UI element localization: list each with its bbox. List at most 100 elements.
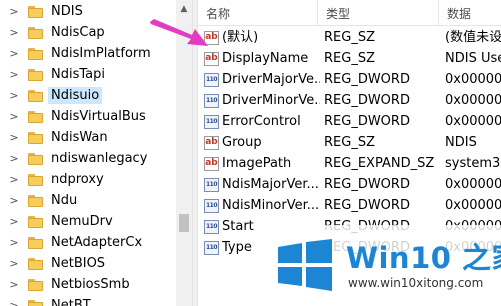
tree-item-label: NdisCap	[51, 25, 105, 40]
chevron-right-icon[interactable]: >	[0, 194, 28, 207]
chevron-right-icon[interactable]: >	[0, 131, 28, 144]
chevron-right-icon[interactable]: >	[0, 278, 28, 291]
value-data: 0x000000	[445, 72, 501, 87]
value-name: (默认)	[222, 30, 259, 45]
folder-icon	[28, 215, 43, 228]
value-name-cell: NdisMajorVer...	[204, 174, 320, 195]
chevron-right-icon[interactable]: >	[0, 215, 28, 228]
chevron-right-icon[interactable]: >	[0, 89, 28, 102]
value-name-cell: DriverMinorVe...	[204, 90, 320, 111]
value-data: 0x000000	[445, 177, 501, 192]
value-type: REG_EXPAND_SZ	[324, 156, 435, 171]
tree-item[interactable]: > NdisVirtualBus	[0, 106, 176, 127]
tree-item-label: ndiswanlegacy	[51, 151, 148, 166]
folder-icon	[28, 47, 43, 60]
value-data: (数值未设	[445, 30, 501, 45]
value-name: DisplayName	[222, 51, 309, 66]
chevron-right-icon[interactable]: >	[0, 173, 28, 186]
chevron-right-icon[interactable]: >	[0, 152, 28, 165]
value-type: REG_DWORD	[324, 114, 410, 129]
tree-item-label: NdisImPlatform	[51, 46, 151, 61]
windows-logo-icon	[278, 239, 332, 291]
tree-item[interactable]: > NetBIOS	[0, 253, 176, 274]
folder-icon	[28, 89, 43, 102]
tree-item[interactable]: > NdisWan	[0, 127, 176, 148]
tree-item[interactable]: > ndproxy	[0, 169, 176, 190]
folder-icon	[28, 194, 43, 207]
value-name-cell: (默认)	[204, 27, 320, 48]
chevron-right-icon[interactable]: >	[0, 5, 28, 18]
scroll-up-arrow-icon[interactable]: ▲	[176, 0, 192, 18]
reg-dword-icon	[204, 240, 219, 255]
value-name: DriverMajorVe...	[222, 72, 320, 87]
value-row[interactable]: (默认) REG_SZ (数值未设	[198, 27, 501, 48]
folder-icon	[28, 26, 43, 39]
value-type: REG_SZ	[324, 30, 375, 45]
column-header-data[interactable]: 数据	[439, 0, 501, 26]
folder-icon	[28, 173, 43, 186]
column-header-type[interactable]: 类型	[318, 0, 439, 26]
tree-item-label: NdisWan	[51, 130, 108, 145]
value-name-cell: NdisMinorVer...	[204, 195, 320, 216]
tree-item[interactable]: > NemuDrv	[0, 211, 176, 232]
value-data: 0x000000	[445, 114, 501, 129]
chevron-right-icon[interactable]: >	[0, 299, 28, 306]
value-type: REG_DWORD	[324, 93, 410, 108]
value-name: ImagePath	[222, 156, 292, 171]
reg-sz-icon	[204, 156, 219, 171]
value-row[interactable]: NdisMinorVer... REG_DWORD 0x000000	[198, 195, 501, 216]
value-row[interactable]: DisplayName REG_SZ NDIS Use	[198, 48, 501, 69]
value-data: NDIS Use	[445, 51, 501, 66]
tree-item-label: NetAdapterCx	[51, 235, 143, 250]
reg-dword-icon	[204, 177, 219, 192]
reg-dword-icon	[204, 93, 219, 108]
folder-icon	[28, 299, 43, 306]
folder-icon	[28, 152, 43, 165]
value-row[interactable]: ImagePath REG_EXPAND_SZ system32	[198, 153, 501, 174]
value-row[interactable]: Group REG_SZ NDIS	[198, 132, 501, 153]
watermark-url: www.win10xitong.com	[348, 276, 484, 290]
value-row[interactable]: DriverMinorVe... REG_DWORD 0x000000	[198, 90, 501, 111]
tree-item[interactable]: > NetAdapterCx	[0, 232, 176, 253]
value-name: DriverMinorVe...	[222, 93, 320, 108]
chevron-right-icon[interactable]: >	[0, 110, 28, 123]
tree-item[interactable]: > Ndisuio	[0, 85, 176, 106]
value-name: NdisMinorVer...	[222, 198, 320, 213]
value-row[interactable]: ErrorControl REG_DWORD 0x000000	[198, 111, 501, 132]
tree-item[interactable]: > Ndu	[0, 190, 176, 211]
value-name-cell: ErrorControl	[204, 111, 320, 132]
folder-icon	[28, 68, 43, 81]
tree-item-label: NdisVirtualBus	[51, 109, 146, 124]
folder-icon	[28, 110, 43, 123]
chevron-right-icon[interactable]: >	[0, 68, 28, 81]
value-type: REG_DWORD	[324, 198, 410, 213]
value-data: system32	[445, 156, 501, 171]
tree-item-label: NetbiosSmb	[51, 277, 130, 292]
tree-item[interactable]: > ndiswanlegacy	[0, 148, 176, 169]
value-row[interactable]: DriverMajorVe... REG_DWORD 0x000000	[198, 69, 501, 90]
tree-item-label: NetBIOS	[51, 256, 106, 271]
value-name-cell: ImagePath	[204, 153, 320, 174]
chevron-right-icon[interactable]: >	[0, 26, 28, 39]
scrollbar-thumb[interactable]	[179, 214, 189, 232]
chevron-right-icon[interactable]: >	[0, 47, 28, 60]
chevron-right-icon[interactable]: >	[0, 236, 28, 249]
tree-item[interactable]: > NetbiosSmb	[0, 274, 176, 295]
tree-item-label: Ndisuio	[48, 87, 103, 104]
chevron-right-icon[interactable]: >	[0, 257, 28, 270]
value-name-cell: Group	[204, 132, 320, 153]
column-header-name[interactable]: 名称	[198, 0, 318, 26]
folder-icon	[28, 278, 43, 291]
tree-item-label: ndproxy	[51, 172, 104, 187]
tree-item[interactable]: > NdisTapi	[0, 64, 176, 85]
tree-item-label: NdisTapi	[51, 67, 105, 82]
value-type: REG_SZ	[324, 135, 375, 150]
tree-item[interactable]: > NetBT	[0, 295, 176, 306]
value-row[interactable]: NdisMajorVer... REG_DWORD 0x000000	[198, 174, 501, 195]
value-name: Type	[222, 240, 252, 255]
reg-sz-icon	[204, 135, 219, 150]
value-data: 0x000000	[445, 93, 501, 108]
reg-dword-icon	[204, 114, 219, 129]
value-name-cell: DisplayName	[204, 48, 320, 69]
value-data: 0x000000	[445, 198, 501, 213]
